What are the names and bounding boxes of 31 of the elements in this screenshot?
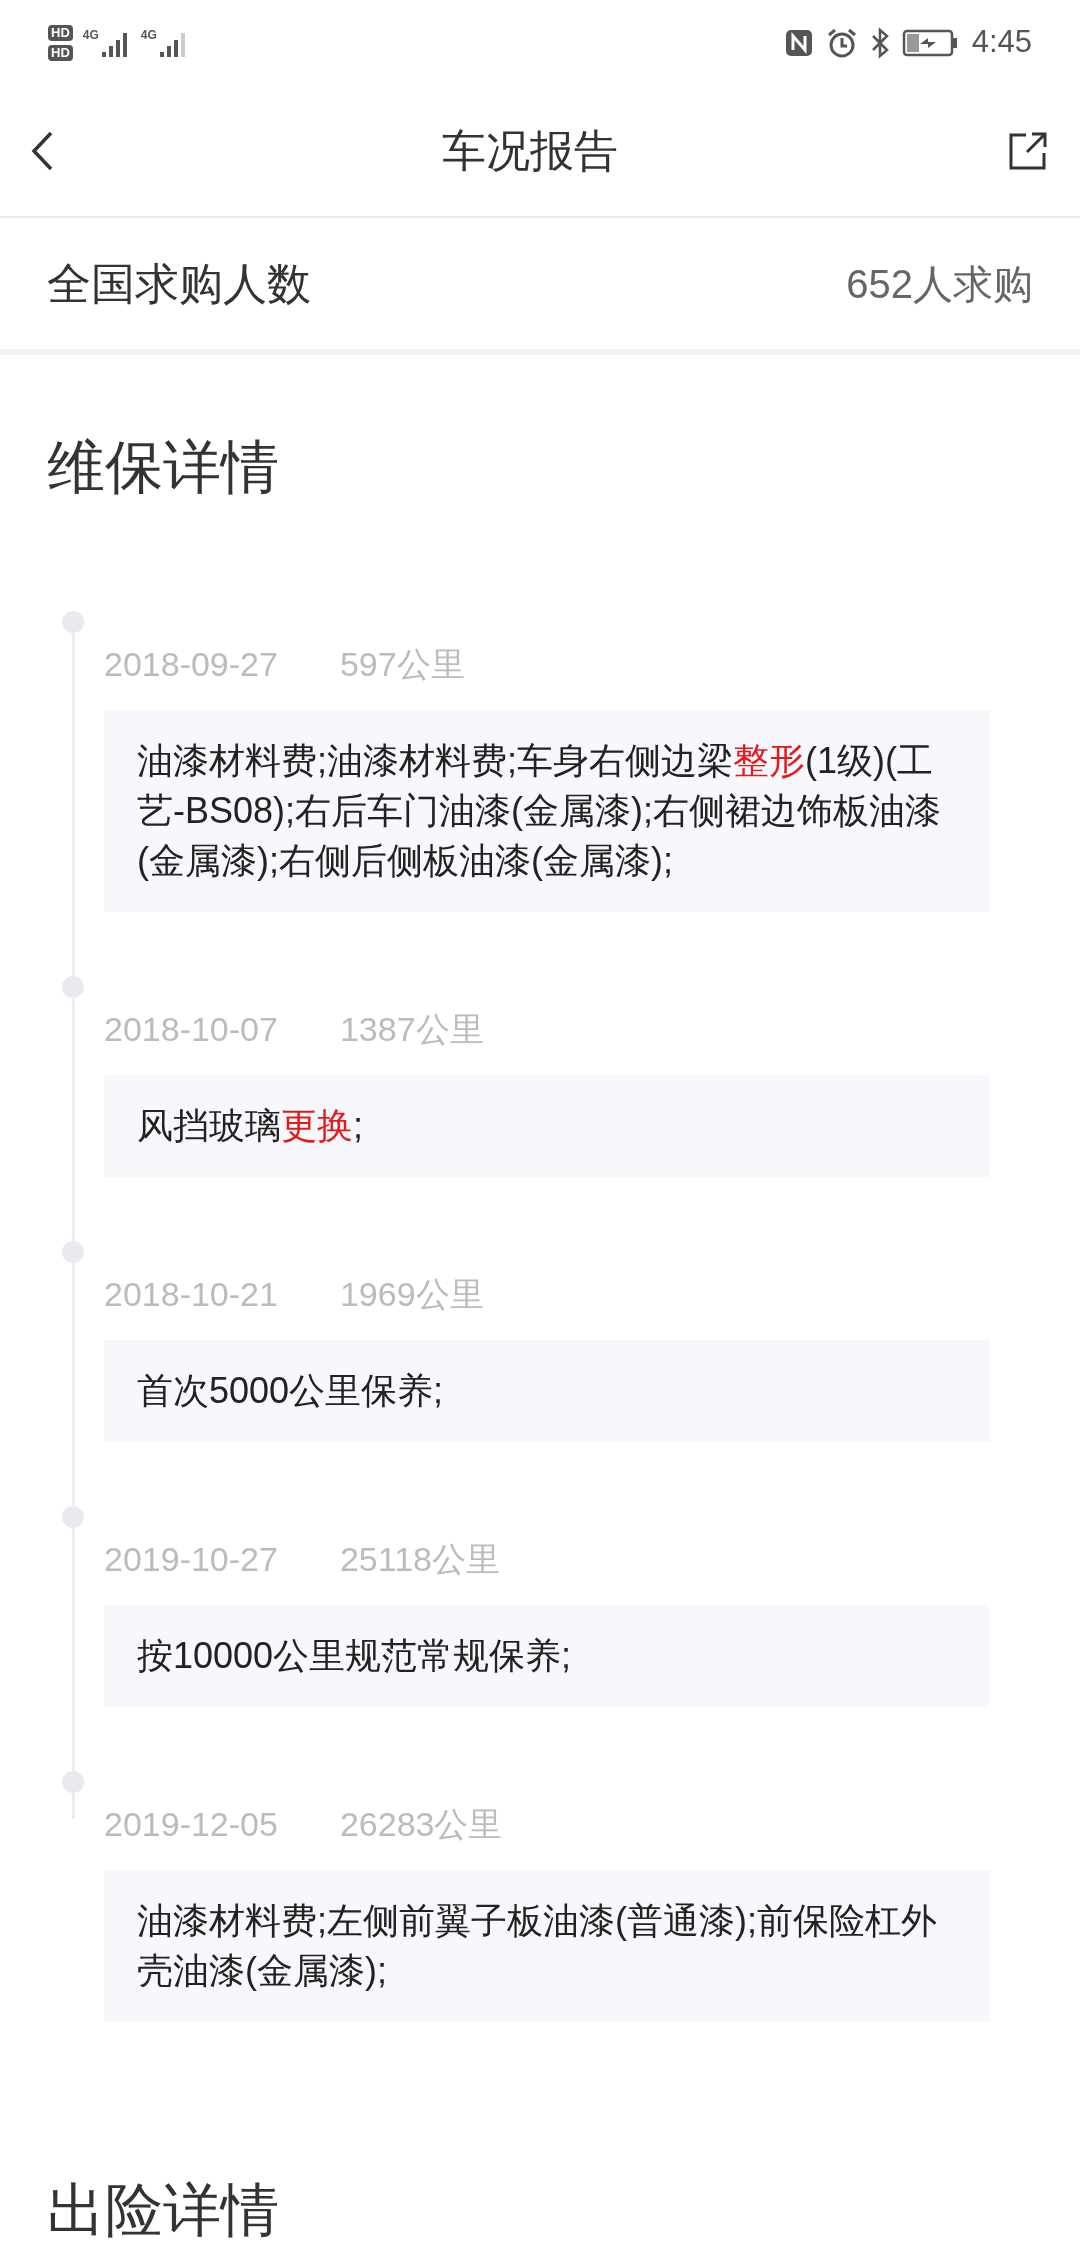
section-heading: 维保详情	[47, 433, 280, 501]
buyers-count: 652人求购	[846, 260, 1033, 308]
record-date: 2018-09-27	[104, 644, 278, 685]
record-details: 首次5000公里保养;	[104, 1340, 990, 1442]
record-mileage: 26283公里	[339, 1804, 503, 1845]
alarm-icon	[825, 26, 858, 59]
record-mileage: 1969公里	[339, 1274, 484, 1315]
sim-label: HD	[48, 24, 73, 41]
record-date: 2019-10-27	[104, 1539, 278, 1580]
battery-icon	[901, 27, 958, 58]
record-date: 2018-10-21	[104, 1274, 278, 1315]
record-details: 油漆材料费;油漆材料费;车身右侧边梁整形(1级)(工艺-BS08);右后车门油漆(金属漆);右侧裙边饰板油漆(金属漆);右侧后侧板油漆(金属漆);	[104, 710, 990, 912]
record-mileage: 25118公里	[339, 1539, 500, 1580]
sim-label: HD	[48, 44, 73, 61]
record-mileage: 597公里	[339, 644, 465, 685]
record-mileage: 1387公里	[339, 1009, 484, 1050]
record-details: 风挡玻璃更换;	[104, 1075, 990, 1177]
record-details: 按10000公里规范常规保养;	[104, 1605, 990, 1707]
buyers-label: 全国求购人数	[47, 257, 311, 310]
network-label: 4G	[82, 27, 99, 42]
bluetooth-icon	[869, 26, 890, 59]
back-icon	[30, 129, 54, 172]
share-icon	[1008, 130, 1048, 171]
section-heading: 出险详情	[47, 2176, 280, 2244]
network-label: 4G	[140, 27, 157, 42]
record-date: 2019-12-05	[104, 1804, 278, 1845]
record-date: 2018-10-07	[104, 1009, 278, 1050]
status-time: 4:45	[971, 23, 1032, 62]
page-title: 车况报告	[442, 124, 618, 177]
record-details: 油漆材料费;左侧前翼子板油漆(普通漆);前保险杠外壳油漆(金属漆);	[104, 1870, 990, 2022]
nfc-icon	[783, 27, 814, 58]
